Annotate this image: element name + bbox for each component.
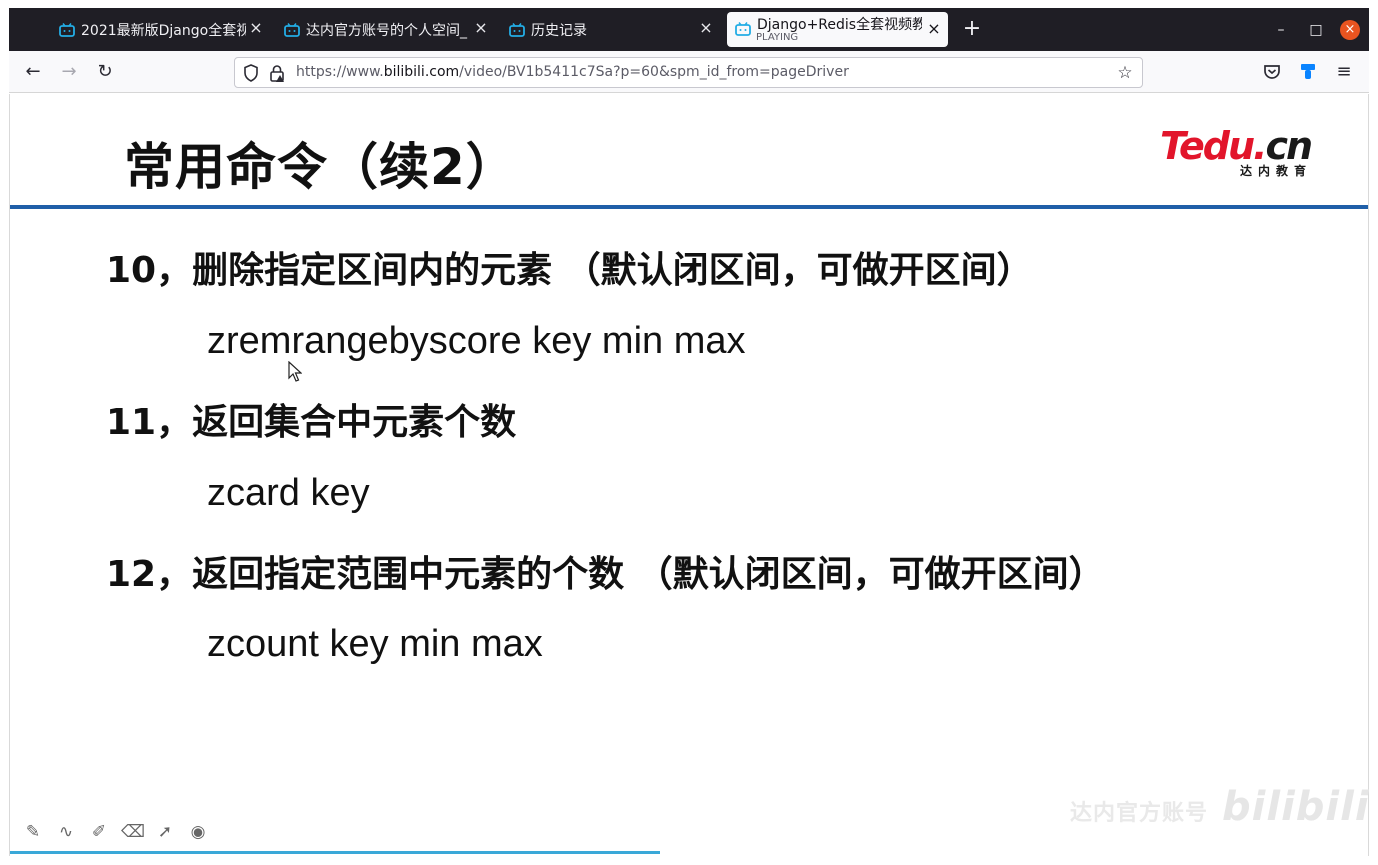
url-prefix: https://www. [296, 64, 384, 80]
tab-redis-video[interactable]: Django+Redis全套视频教 PLAYING × [727, 12, 948, 47]
tab-strip: 2021最新版Django全套视 × 达内官方账号的个人空间_ × 历史记录 ×… [9, 8, 1369, 51]
back-icon[interactable]: ← [22, 61, 44, 83]
video-frame[interactable]: 常用命令（续2） Tedu.cn 达内教育 10，删除指定区间内的元素 （默认闭… [9, 94, 1369, 856]
browser-window: 2021最新版Django全套视 × 达内官方账号的个人空间_ × 历史记录 ×… [0, 0, 1378, 865]
pocket-icon[interactable] [1261, 61, 1283, 83]
video-progress-bar[interactable] [10, 851, 660, 854]
bilibili-tv-icon [509, 22, 525, 37]
item-heading: 12，返回指定范围中元素的个数 （默认闭区间，可做开区间） [106, 554, 1105, 595]
tab-title: 达内官方账号的个人空间_ [306, 22, 467, 39]
bookmark-star-icon[interactable]: ☆ [1116, 63, 1134, 83]
new-tab-button[interactable]: + [962, 18, 982, 40]
highlighter-icon[interactable]: ✐ [88, 821, 110, 843]
item-command: zremrangebyscore key min max [207, 320, 746, 362]
extension-icon[interactable] [1297, 61, 1319, 83]
tab-title: 历史记录 [531, 22, 587, 39]
tab-django-course[interactable]: 2021最新版Django全套视 × [59, 11, 264, 48]
bilibili-tv-icon [284, 22, 300, 37]
pointer-icon[interactable]: ➚ [154, 821, 176, 843]
tab-tedu-space[interactable]: 达内官方账号的个人空间_ × [284, 11, 489, 48]
item-command: zcount key min max [207, 623, 543, 665]
pen-icon[interactable]: ✎ [22, 821, 44, 843]
url-bar[interactable]: https://www.bilibili.com/video/BV1b5411c… [234, 57, 1143, 88]
reload-icon[interactable]: ↻ [94, 61, 116, 83]
maximize-button[interactable]: □ [1305, 19, 1327, 41]
shield-icon[interactable] [242, 63, 260, 83]
item-heading: 10，删除指定区间内的元素 （默认闭区间，可做开区间） [106, 250, 1033, 291]
close-icon[interactable]: × [698, 20, 714, 36]
item-heading: 11，返回集合中元素个数 [106, 402, 517, 443]
url-path: /video/BV1b5411c7Sa?p=60&spm_id_from=pag… [459, 64, 849, 80]
tab-title: Django+Redis全套视频教 [757, 16, 922, 33]
annotation-toolbar: ✎ ∿ ✐ ⌫ ➚ ◉ [22, 821, 209, 845]
title-divider [10, 205, 1368, 209]
close-icon[interactable]: × [473, 20, 489, 36]
close-icon[interactable]: × [926, 21, 942, 37]
watermark: 达内官方账号 bilibili [1070, 784, 1370, 830]
curve-icon[interactable]: ∿ [55, 821, 77, 843]
minimize-button[interactable]: – [1270, 19, 1292, 41]
watermark-text: 达内官方账号 [1070, 801, 1209, 826]
menu-icon[interactable]: ≡ [1333, 61, 1355, 83]
tab-history[interactable]: 历史记录 × [509, 11, 714, 48]
mouse-cursor-icon [288, 361, 302, 382]
bilibili-tv-icon [59, 22, 75, 37]
url-text[interactable]: https://www.bilibili.com/video/BV1b5411c… [296, 64, 849, 80]
nav-bar: ← → ↻ https://www.bilibili.com/video/BV1… [9, 51, 1369, 93]
forward-icon[interactable]: → [58, 61, 80, 83]
lock-warning-icon[interactable] [268, 63, 286, 83]
record-icon[interactable]: ◉ [187, 821, 209, 843]
slide-title: 常用命令（续2） [124, 138, 517, 196]
tedu-logo: Tedu.cn 达内教育 [1160, 124, 1322, 182]
watermark-logo: bilibili [1222, 784, 1370, 830]
url-domain: bilibili.com [383, 64, 460, 80]
close-icon[interactable]: × [248, 20, 264, 36]
window-close-button[interactable]: × [1340, 20, 1360, 40]
bilibili-tv-icon [735, 21, 751, 36]
eraser-icon[interactable]: ⌫ [121, 821, 145, 843]
logo-subtitle: 达内教育 [1240, 164, 1313, 178]
tab-title: 2021最新版Django全套视 [81, 22, 246, 39]
item-command: zcard key [207, 472, 370, 514]
tab-playing-label: PLAYING [756, 32, 799, 43]
